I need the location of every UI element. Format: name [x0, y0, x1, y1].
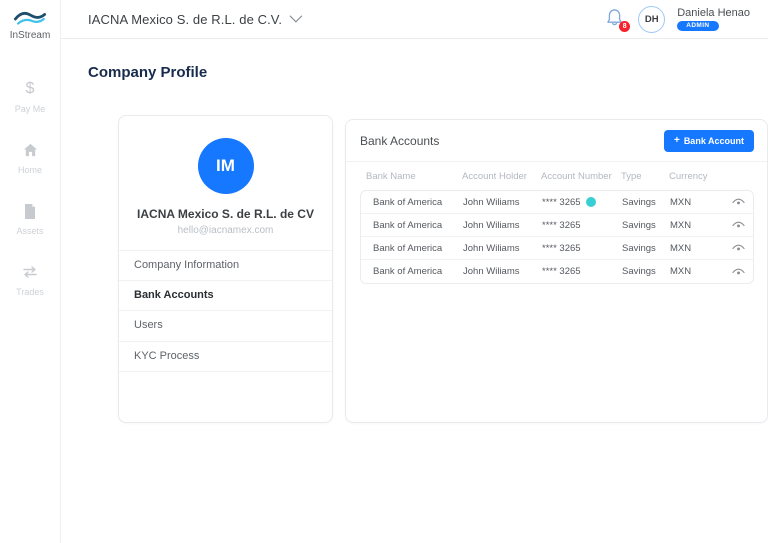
left-sidebar: InStream $ Pay Me Home Assets Trades [0, 0, 61, 543]
company-avatar: IM [197, 138, 254, 194]
company-email: hello@iacnamex.com [177, 225, 274, 236]
sidebar-item-assets[interactable]: Assets [0, 201, 60, 236]
add-bank-account-label: Bank Account [683, 136, 744, 146]
company-selector[interactable]: IACNA Mexico S. de R.L. de C.V. [88, 9, 303, 27]
cell-bank-name: Bank of America [373, 219, 443, 231]
cell-type: Savings [622, 266, 656, 277]
column-header-account-number: Account Number [541, 171, 612, 182]
wave-logo-icon [13, 11, 47, 25]
sidebar-nav: $ Pay Me Home Assets Trades [0, 79, 60, 297]
table-row: Bank of America John Wiliams **** 3265 Savi… [361, 191, 753, 214]
company-profile-card: IM IACNA Mexico S. de R.L. de CV hello@i… [118, 115, 333, 423]
column-header-type: Type [621, 171, 642, 182]
sidebar-item-trades[interactable]: Trades [0, 262, 60, 297]
eye-icon[interactable] [732, 220, 745, 230]
sidebar-item-pay-me[interactable]: $ Pay Me [0, 79, 60, 114]
cell-account-holder: John Wiliams [463, 266, 520, 277]
eye-icon[interactable] [732, 197, 745, 207]
verified-badge-icon [585, 197, 596, 207]
cell-bank-name: Bank of America [373, 196, 443, 208]
cell-currency: MXN [670, 266, 692, 277]
notifications-button[interactable]: 8 [606, 8, 631, 32]
eye-icon[interactable] [732, 267, 745, 277]
account-number-text: **** 3265 [542, 242, 581, 254]
cell-account-holder: John Wiliams [463, 242, 520, 254]
view-account-button[interactable] [713, 197, 745, 207]
menu-divider [119, 370, 332, 372]
bank-panel-title: Bank Accounts [360, 134, 440, 148]
cell-type: Savings [622, 242, 656, 254]
content-cards: IM IACNA Mexico S. de R.L. de CV hello@i… [118, 115, 768, 423]
eye-icon[interactable] [732, 243, 745, 253]
chevron-down-icon [289, 9, 303, 23]
transfer-icon [0, 262, 60, 282]
sidebar-item-label: Assets [16, 226, 44, 236]
home-icon [0, 140, 60, 160]
dollar-icon: $ [25, 80, 35, 97]
cell-account-number: **** 3265 [542, 197, 622, 208]
table-header-row: Bank Name Account Holder Account Number Typ… [360, 162, 754, 190]
cell-currency: MXN [670, 242, 692, 254]
user-name: Daniela Henao [677, 6, 750, 19]
company-name: IACNA Mexico S. de R.L. de CV [137, 207, 314, 221]
cell-account-holder: John Wiliams [463, 196, 520, 208]
table-row: Bank of America John Wiliams **** 3265 Savi… [361, 237, 753, 260]
cell-account-number: **** 3265 [542, 266, 622, 277]
column-header-currency: Currency [669, 171, 708, 182]
add-bank-account-button[interactable]: + Bank Account [663, 130, 754, 152]
view-account-button[interactable] [713, 267, 745, 277]
bank-accounts-panel: Bank Accounts + Bank Account Bank Name Ac… [345, 119, 768, 423]
main-content: Company Profile IM IACNA Mexico S. de R.… [61, 39, 768, 543]
brand-name: InStream [9, 30, 51, 41]
cell-account-holder: John Wiliams [463, 219, 520, 231]
account-number-text: **** 3265 [542, 196, 581, 208]
profile-menu-item-kyc-process[interactable]: KYC Process [119, 340, 332, 371]
header-right: 8 DH Daniela Henao ADMIN [606, 5, 750, 33]
cell-currency: MXN [670, 219, 692, 231]
table-body: Bank of America John Wiliams **** 3265 Savi… [360, 190, 754, 284]
notification-count-badge: 8 [619, 21, 631, 32]
bank-panel-header: Bank Accounts + Bank Account [346, 120, 767, 162]
document-icon [0, 201, 60, 221]
cell-type: Savings [622, 196, 656, 208]
account-number-text: **** 3265 [542, 266, 581, 277]
cell-bank-name: Bank of America [373, 266, 443, 277]
plus-icon: + [673, 135, 680, 146]
profile-menu: Company Information Bank Accounts Users KYC… [119, 250, 332, 372]
table-row: Bank of America John Wiliams **** 3265 Savi… [361, 214, 753, 237]
page-title: Company Profile [88, 64, 208, 81]
cell-bank-name: Bank of America [373, 242, 443, 254]
cell-account-number: **** 3265 [542, 243, 622, 254]
sidebar-item-label: Trades [16, 287, 44, 297]
cell-type: Savings [622, 219, 656, 231]
profile-menu-item-bank-accounts[interactable]: Bank Accounts [119, 280, 332, 310]
sidebar-item-label: Home [17, 165, 42, 175]
brand-logo[interactable]: InStream [0, 0, 60, 41]
sidebar-item-label: Pay Me [14, 104, 46, 114]
company-selector-label: IACNA Mexico S. de R.L. de C.V. [88, 11, 283, 27]
account-number-text: **** 3265 [542, 219, 581, 231]
user-avatar[interactable]: DH [638, 5, 666, 33]
profile-menu-item-users[interactable]: Users [119, 310, 332, 340]
sidebar-item-home[interactable]: Home [0, 140, 60, 175]
user-meta: Daniela Henao ADMIN [677, 7, 750, 32]
user-role-badge: ADMIN [677, 20, 719, 32]
view-account-button[interactable] [713, 220, 745, 230]
profile-menu-item-company-information[interactable]: Company Information [119, 250, 332, 280]
cell-account-number: **** 3265 [542, 220, 622, 231]
bank-accounts-table: Bank Name Account Holder Account Number Typ… [360, 162, 754, 284]
table-row: Bank of America John Wiliams **** 3265 Savi… [361, 260, 753, 283]
cell-currency: MXN [670, 196, 692, 208]
top-header: IACNA Mexico S. de R.L. de C.V. 8 DH Dan… [61, 0, 768, 39]
column-header-account-holder: Account Holder [462, 171, 527, 182]
view-account-button[interactable] [713, 243, 745, 253]
column-header-bank-name: Bank Name [366, 171, 416, 182]
